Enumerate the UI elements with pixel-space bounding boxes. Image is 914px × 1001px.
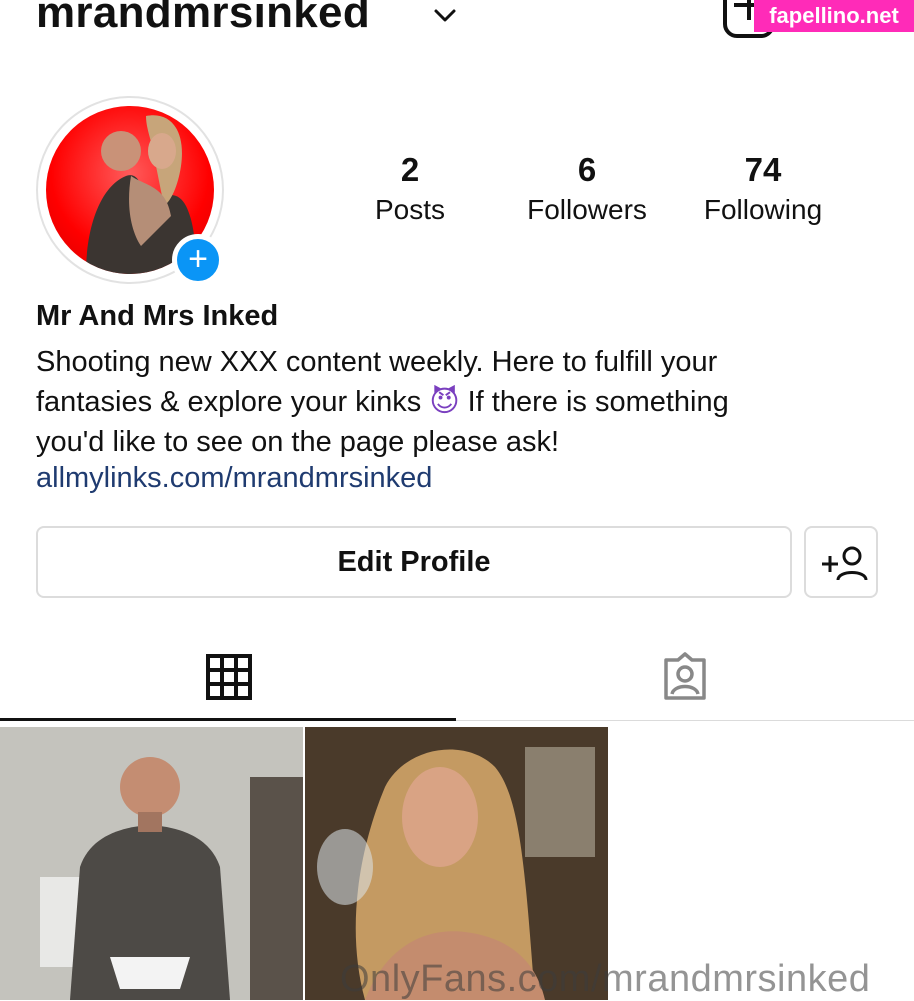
- post-thumbnail-1[interactable]: [0, 727, 303, 1000]
- following-stat[interactable]: 74 Following: [683, 150, 843, 230]
- posts-stat[interactable]: 2 Posts: [330, 150, 490, 230]
- tab-grid[interactable]: [0, 640, 456, 718]
- display-name: Mr And Mrs Inked: [36, 300, 279, 332]
- bio-line-1: Shooting new XXX content weekly. Here to…: [36, 346, 718, 378]
- edit-profile-button[interactable]: Edit Profile: [36, 526, 792, 598]
- posts-count: 2: [400, 151, 420, 188]
- following-label: Following: [703, 194, 823, 225]
- onlyfans-watermark: OnlyFans.com/mrandmrsinked: [340, 958, 871, 1000]
- discover-people-button[interactable]: [804, 526, 878, 598]
- site-watermark: fapellino.net: [754, 0, 914, 32]
- grid-icon: [206, 654, 252, 700]
- followers-label: Followers: [527, 194, 647, 225]
- devil-emoji: 😈: [429, 386, 460, 418]
- chevron-down-icon[interactable]: [432, 6, 458, 26]
- bio-line-2-end: If there is something: [467, 386, 729, 418]
- followers-stat[interactable]: 6 Followers: [507, 150, 667, 230]
- bio-text: Shooting new XXX content weekly. Here to…: [36, 342, 856, 462]
- username-title[interactable]: mrandmrsinked: [36, 0, 370, 38]
- post-photo-1: [0, 727, 303, 1000]
- tagged-person-icon: [664, 652, 706, 700]
- add-person-icon: [822, 546, 868, 581]
- tab-tagged[interactable]: [458, 640, 914, 718]
- followers-count: 6: [577, 151, 597, 188]
- bio-line-2: fantasies & explore your kinks 😈 If ther…: [36, 382, 856, 422]
- bio-line-2-start: fantasies & explore your kinks: [36, 386, 422, 418]
- bio-link[interactable]: allmylinks.com/mrandmrsinked: [36, 462, 432, 495]
- posts-label: Posts: [374, 194, 446, 225]
- add-story-plus-icon[interactable]: +: [172, 234, 224, 286]
- bio-line-3: you'd like to see on the page please ask…: [36, 426, 560, 458]
- following-count: 74: [744, 151, 782, 188]
- tab-active-indicator: [0, 718, 456, 721]
